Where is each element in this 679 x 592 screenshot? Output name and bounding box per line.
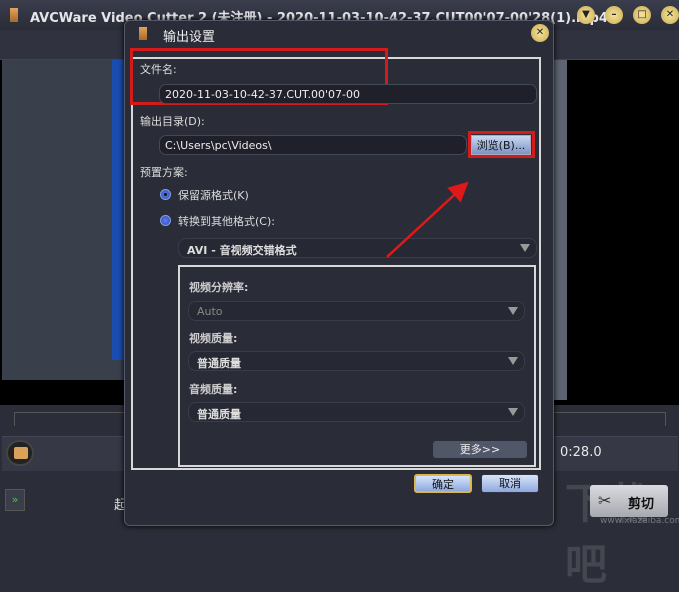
resolution-label: 视频分辨率: — [189, 281, 249, 294]
app-icon — [10, 8, 18, 22]
folder-icon — [14, 447, 28, 459]
video-frame — [2, 60, 126, 380]
video-quality-label: 视频质量: — [189, 332, 238, 345]
chevron-down-icon — [508, 408, 518, 416]
filename-input[interactable]: 2020-11-03-10-42-37.CUT.00'07-00 — [159, 84, 537, 104]
video-frame-edge — [553, 60, 567, 400]
scissors-icon: ✂ — [598, 491, 612, 510]
preset-label: 预置方案: — [140, 166, 188, 179]
output-dir-label: 输出目录(D): — [140, 115, 205, 128]
ok-button[interactable]: 确定 — [414, 474, 472, 493]
video-quality-dropdown[interactable]: 普通质量 — [188, 351, 525, 371]
resolution-value: Auto — [197, 305, 223, 318]
chevron-down-icon — [520, 244, 530, 252]
radio-convert-format[interactable] — [160, 215, 171, 226]
app-icon — [139, 27, 147, 40]
watermark-url: www.xiazaiba.com — [600, 516, 679, 526]
maximize-icon[interactable]: □ — [633, 6, 651, 24]
expand-chevron-icon[interactable]: » — [5, 489, 25, 511]
browse-button[interactable]: 浏览(B)... — [471, 135, 531, 155]
audio-quality-label: 音频质量: — [189, 383, 238, 396]
minimize-icon[interactable]: – — [605, 6, 623, 24]
output-settings-dialog: 输出设置 ✕ 文件名: 2020-11-03-10-42-37.CUT.00'0… — [124, 20, 554, 526]
radio-convert-label: 转换到其他格式(C): — [178, 215, 275, 228]
resolution-dropdown[interactable]: Auto — [188, 301, 525, 321]
audio-quality-dropdown[interactable]: 普通质量 — [188, 402, 525, 422]
more-button[interactable]: 更多>> — [433, 441, 527, 458]
dialog-title-bar: 输出设置 — [133, 21, 543, 47]
chevron-down-icon — [508, 307, 518, 315]
audio-quality-value: 普通质量 — [197, 408, 241, 421]
cut-label: 剪切 — [628, 497, 655, 512]
cancel-button[interactable]: 取消 — [481, 474, 539, 493]
output-dir-input[interactable]: C:\Users\pc\Videos\ — [159, 135, 467, 155]
time-display: 0:28.0 — [560, 445, 602, 460]
dialog-title: 输出设置 — [163, 30, 216, 45]
radio-keep-format[interactable] — [160, 189, 171, 200]
radio-keep-label: 保留源格式(K) — [178, 189, 249, 202]
chevron-down-icon — [508, 357, 518, 365]
menu-icon[interactable]: ▼ — [577, 6, 595, 24]
cut-button[interactable]: ✂ 剪切 — [590, 485, 668, 517]
dialog-close-icon[interactable]: ✕ — [531, 24, 549, 42]
filename-label: 文件名: — [140, 63, 177, 76]
open-file-button[interactable] — [6, 440, 34, 466]
video-quality-value: 普通质量 — [197, 357, 241, 370]
close-icon[interactable]: ✕ — [661, 6, 679, 24]
format-value: AVI - 音视频交错格式 — [187, 244, 297, 257]
format-dropdown[interactable]: AVI - 音视频交错格式 — [178, 238, 537, 258]
